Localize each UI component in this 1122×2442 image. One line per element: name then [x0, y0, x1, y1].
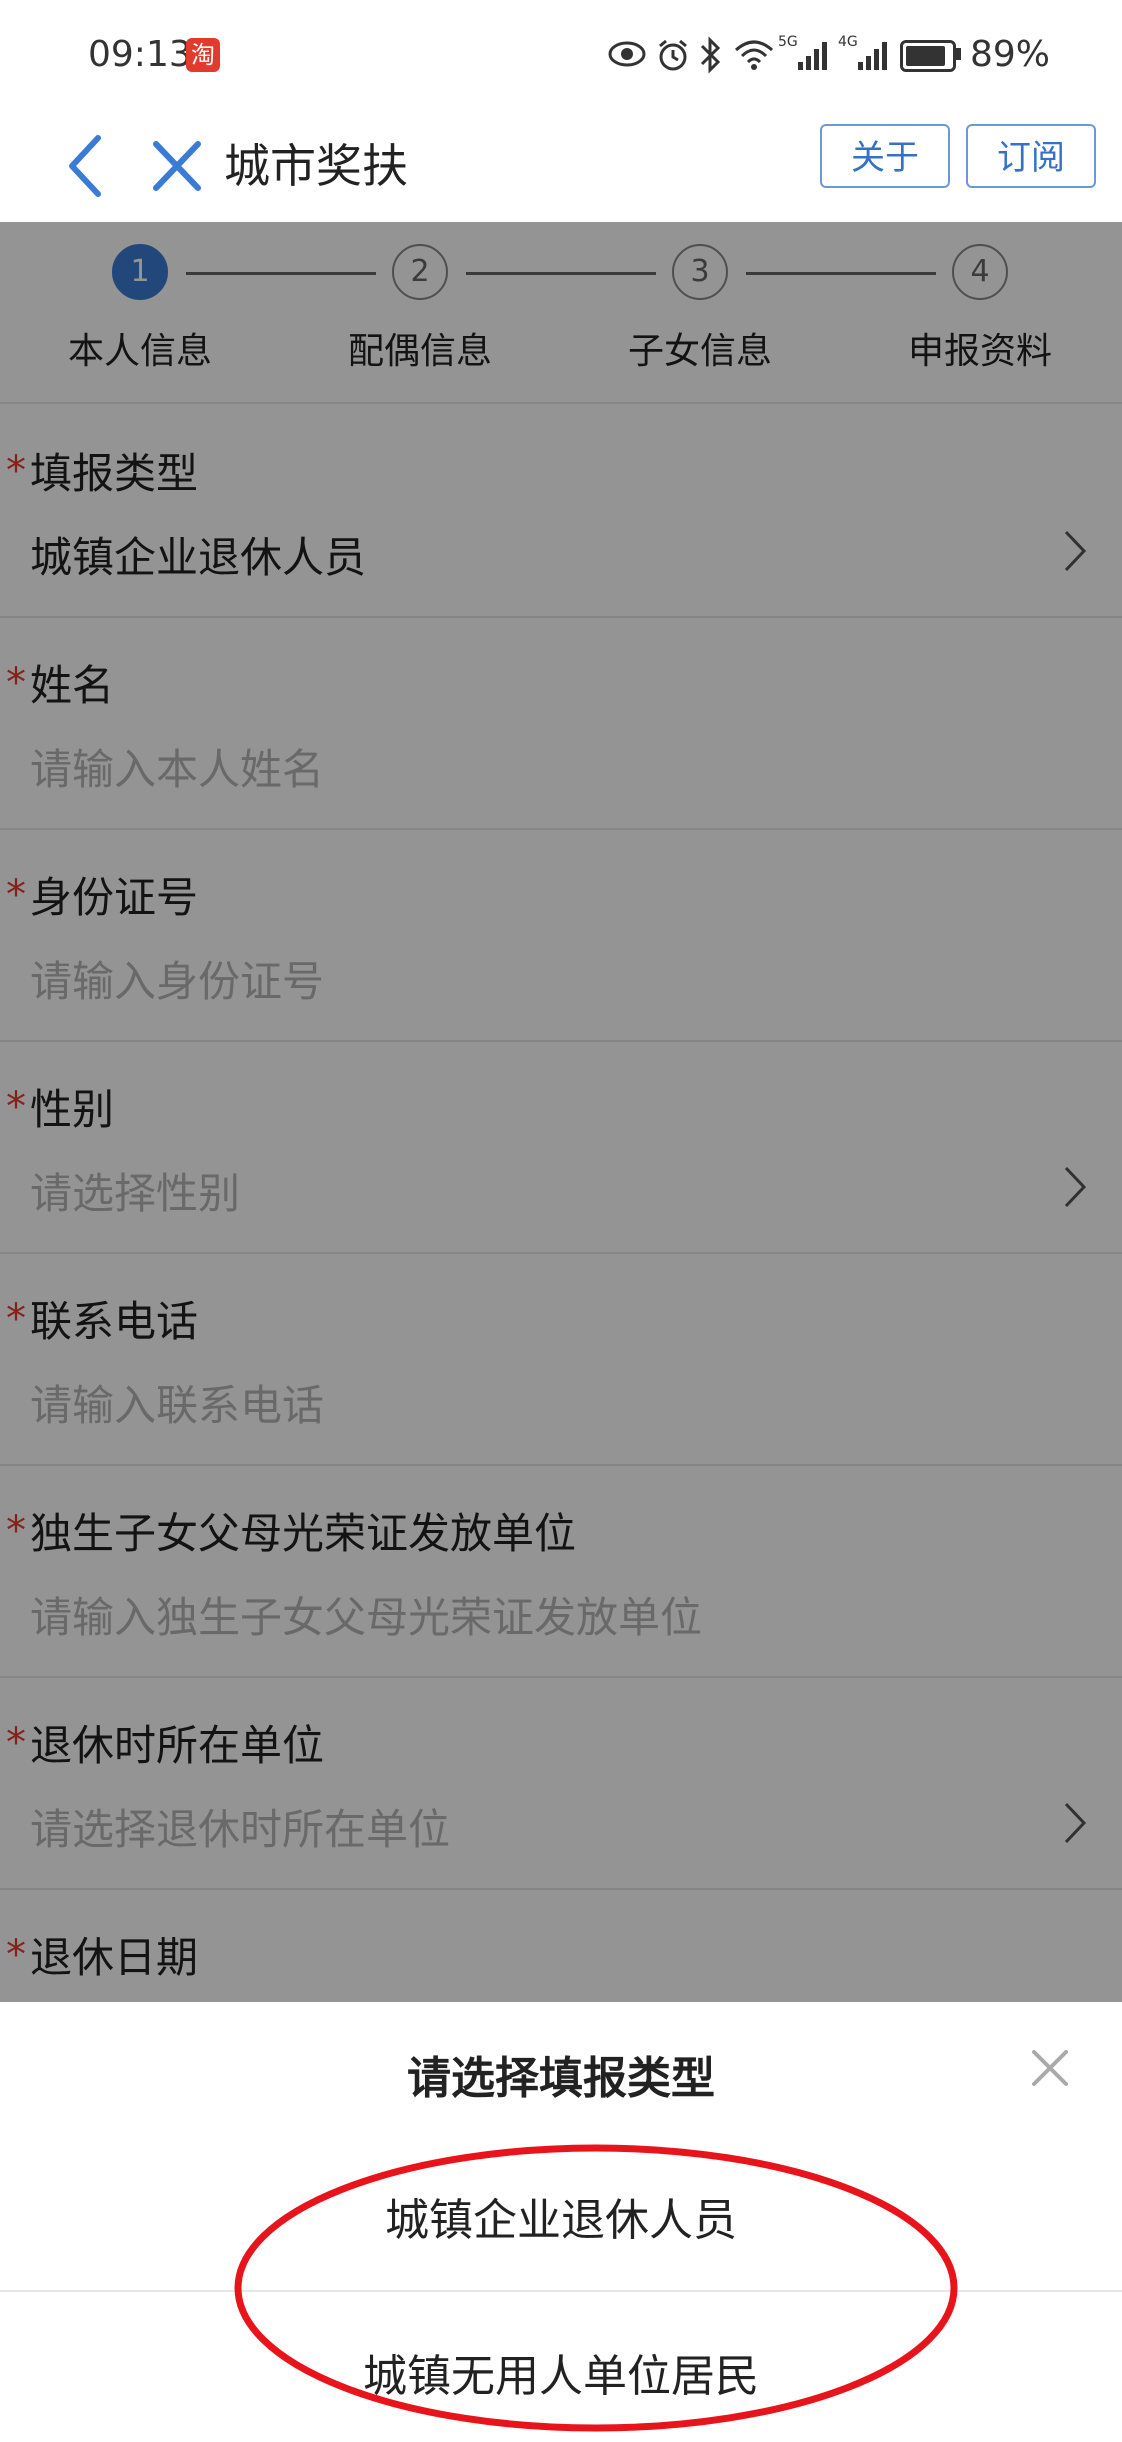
- page-title: 城市奖扶: [224, 139, 408, 193]
- battery-percent: 89%: [970, 34, 1051, 75]
- divider: [0, 2290, 1122, 2292]
- sheet-title: 请选择填报类型: [407, 2053, 715, 2104]
- close-icon[interactable]: [150, 132, 204, 200]
- battery-icon: [900, 40, 956, 72]
- battery-level: [906, 46, 945, 66]
- option-urban-enterprise-retiree[interactable]: 城镇企业退休人员: [0, 2184, 1122, 2248]
- status-bar: 09:13 淘 5G 4G 89%: [0, 0, 1122, 110]
- about-button[interactable]: 关于: [820, 124, 950, 188]
- modal-backdrop[interactable]: [0, 222, 1122, 2002]
- option-urban-resident-no-employer[interactable]: 城镇无用人单位居民: [0, 2340, 1122, 2404]
- taobao-notification-icon: 淘: [186, 38, 220, 72]
- eye-icon: [608, 40, 646, 72]
- battery-cap: [956, 48, 961, 60]
- signal-5g-icon: 5G: [778, 34, 830, 70]
- network-5g-label: 5G: [778, 34, 798, 50]
- nav-bar: 城市奖扶 关于 订阅: [0, 110, 1122, 222]
- network-4g-label: 4G: [838, 34, 858, 50]
- bottom-sheet: 请选择填报类型 城镇企业退休人员 城镇无用人单位居民: [0, 2002, 1122, 2442]
- wifi-icon: [734, 38, 774, 74]
- subscribe-button[interactable]: 订阅: [966, 124, 1096, 188]
- alarm-icon: [656, 38, 690, 76]
- signal-4g-icon: 4G: [838, 34, 890, 70]
- back-arrow-icon[interactable]: [62, 128, 110, 204]
- close-icon[interactable]: [1028, 2046, 1072, 2090]
- clock: 09:13: [88, 34, 192, 75]
- bluetooth-icon: [698, 36, 722, 78]
